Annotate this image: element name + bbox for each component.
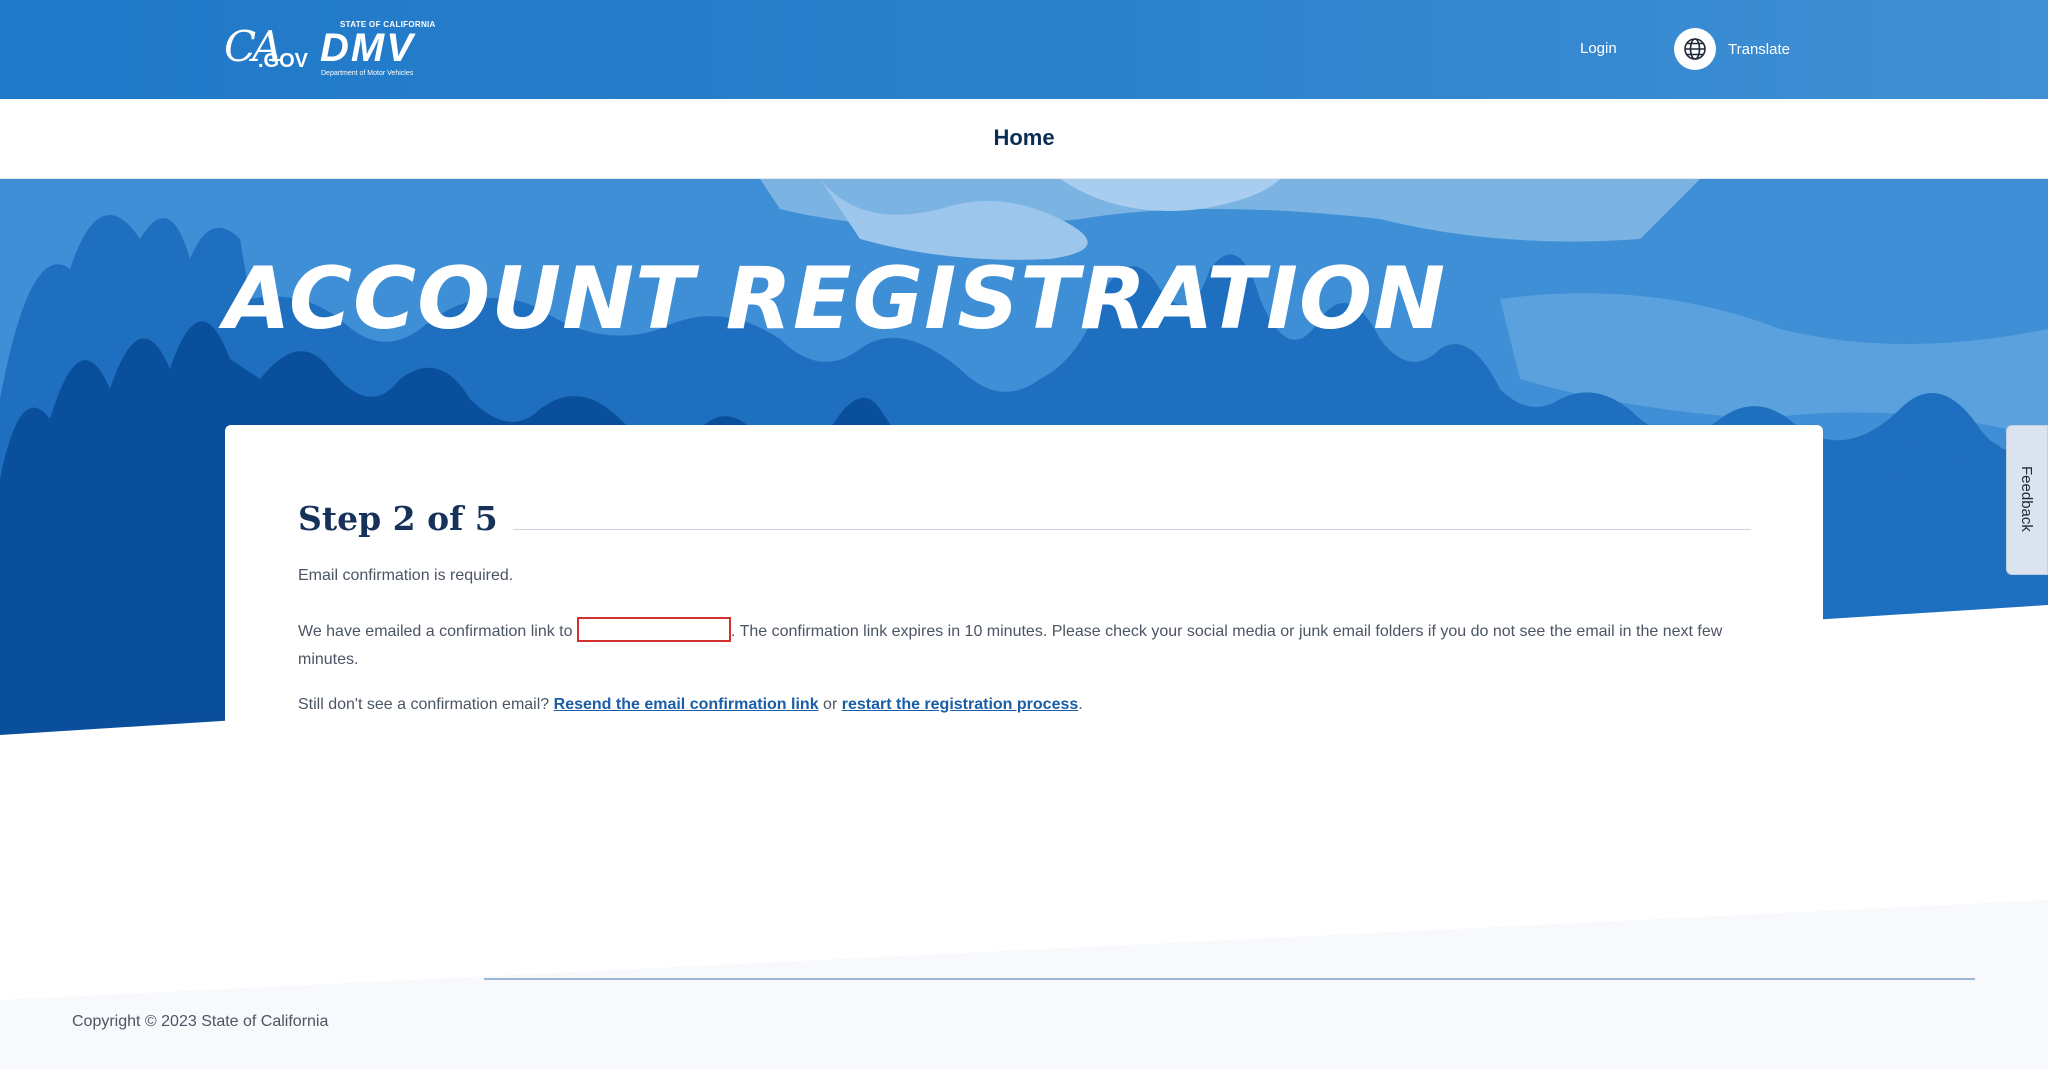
main-nav: Home	[0, 99, 2048, 179]
dmv-logo-mark: DMV	[320, 26, 415, 70]
gov-logo-text: .GOV	[258, 50, 309, 72]
confirmation-message: We have emailed a confirmation link to .…	[298, 617, 1768, 674]
globe-icon	[1674, 28, 1716, 70]
period-text: .	[1078, 696, 1083, 713]
copyright-text: Copyright © 2023 State of California	[72, 1013, 329, 1030]
step-title: Step 2 of 5	[298, 499, 498, 538]
page-title: ACCOUNT REGISTRATION	[224, 249, 1447, 349]
site-header: CA .GOV STATE OF CALIFORNIA DMV Departme…	[0, 0, 2048, 99]
translate-button[interactable]: Translate	[1674, 28, 1790, 70]
footer-divider	[484, 978, 1975, 980]
ca-gov-logo[interactable]: CA .GOV	[224, 22, 308, 78]
restart-link[interactable]: restart the registration process	[842, 696, 1079, 713]
registration-card: Step 2 of 5 Email confirmation is requir…	[225, 425, 1823, 725]
login-link[interactable]: Login	[1580, 40, 1617, 57]
feedback-label: Feedback	[2018, 466, 2035, 532]
footer-background	[0, 900, 2048, 1069]
resend-link[interactable]: Resend the email confirmation link	[554, 696, 819, 713]
dmv-logo-department: Department of Motor Vehicles	[321, 70, 414, 77]
redacted-email	[576, 617, 731, 642]
required-text: Email confirmation is required.	[298, 567, 514, 584]
emailed-prefix: We have emailed a confirmation link to	[298, 623, 573, 640]
step-divider	[513, 529, 1751, 530]
dmv-logo[interactable]: STATE OF CALIFORNIA DMV Department of Mo…	[318, 18, 458, 80]
or-text: or	[823, 696, 838, 713]
feedback-tab[interactable]: Feedback	[2006, 425, 2048, 575]
nav-home-link[interactable]: Home	[0, 125, 2048, 151]
still-text: Still don't see a confirmation email?	[298, 696, 550, 713]
translate-label: Translate	[1728, 40, 1790, 58]
resend-message: Still don't see a confirmation email? Re…	[298, 691, 1083, 719]
